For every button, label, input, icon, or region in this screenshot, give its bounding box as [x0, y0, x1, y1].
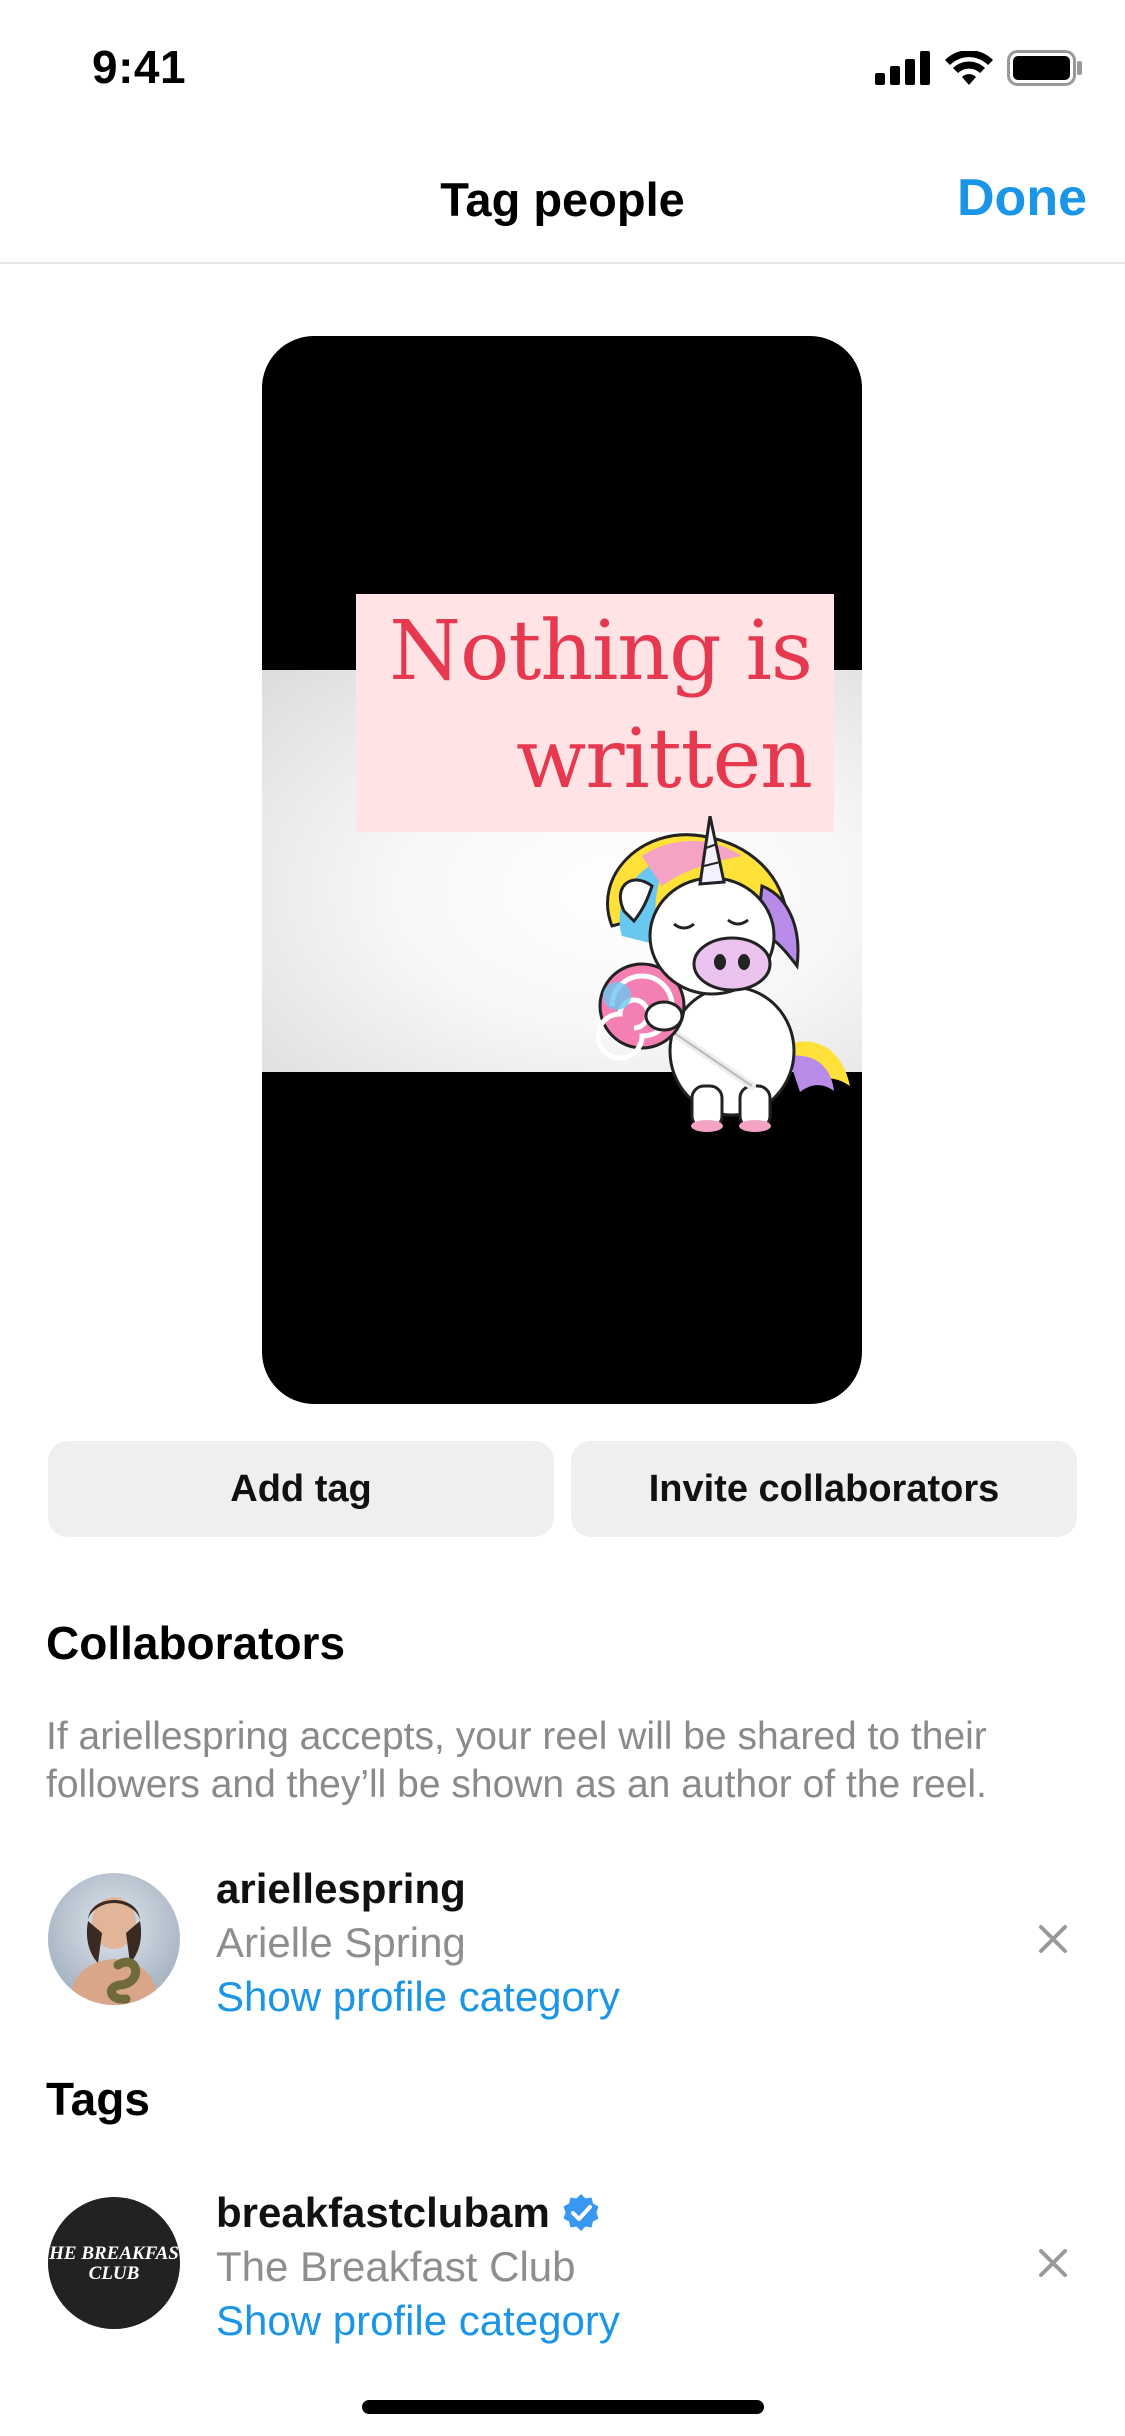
- status-icons: [875, 50, 1083, 86]
- wifi-icon: [945, 51, 993, 85]
- status-time: 9:41: [92, 41, 187, 93]
- unicorn-sticker: [595, 816, 850, 1132]
- profile-photo: [48, 1873, 180, 2005]
- done-button[interactable]: Done: [957, 168, 1087, 228]
- svg-text:THE BREAKFAST: THE BREAKFAST: [48, 2243, 180, 2264]
- remove-collaborator-close-icon[interactable]: [1031, 1917, 1075, 1961]
- tag-username[interactable]: breakfastclubam: [216, 2189, 602, 2237]
- collaborator-username[interactable]: ariellespring: [216, 1865, 466, 1913]
- tag-people-screen: 9:41 Tag people Done Nothing is written …: [0, 0, 1125, 2436]
- tags-heading: Tags: [46, 2073, 150, 2125]
- remove-tag-close-icon[interactable]: [1031, 2241, 1075, 2285]
- status-bar: 9:41: [0, 0, 1125, 132]
- verified-badge-icon: [563, 2194, 599, 2231]
- svg-text:CLUB: CLUB: [89, 2263, 140, 2284]
- battery-icon: [1007, 50, 1082, 86]
- username-text: ariellespring: [216, 1865, 466, 1912]
- collaborators-heading: Collaborators: [46, 1617, 346, 1669]
- show-profile-category-link[interactable]: Show profile category: [216, 2297, 620, 2345]
- overlay-text-line2: written: [516, 712, 813, 807]
- collaborator-full-name: Arielle Spring: [216, 1919, 466, 1966]
- collaborators-description: If ariellespring accepts, your reel will…: [46, 1715, 987, 1806]
- avatar[interactable]: [48, 1873, 180, 2005]
- nav-bar: Tag people Done: [0, 132, 1125, 264]
- collaborator-row[interactable]: ariellespring Arielle Spring Show profil…: [0, 1865, 1125, 2043]
- overlay-text-line1: Nothing is: [389, 604, 813, 699]
- home-indicator[interactable]: [362, 2400, 764, 2414]
- reel-preview[interactable]: Nothing is written: [262, 336, 862, 1404]
- avatar[interactable]: THE BREAKFAST CLUB: [48, 2197, 180, 2329]
- invite-collaborators-button[interactable]: Invite collaborators: [571, 1441, 1077, 1537]
- signal-icon: [875, 51, 930, 85]
- add-tag-button[interactable]: Add tag: [48, 1441, 554, 1537]
- tag-full-name: The Breakfast Club: [216, 2243, 576, 2290]
- overlay-text-box: Nothing is written: [356, 594, 834, 832]
- tag-row[interactable]: THE BREAKFAST CLUB breakfastclubam The B…: [0, 2189, 1125, 2367]
- username-text: breakfastclubam: [216, 2189, 550, 2236]
- overlay-text: Nothing is written: [372, 598, 813, 814]
- show-profile-category-link[interactable]: Show profile category: [216, 1973, 620, 2021]
- breakfast-club-logo: THE BREAKFAST CLUB: [48, 2197, 180, 2329]
